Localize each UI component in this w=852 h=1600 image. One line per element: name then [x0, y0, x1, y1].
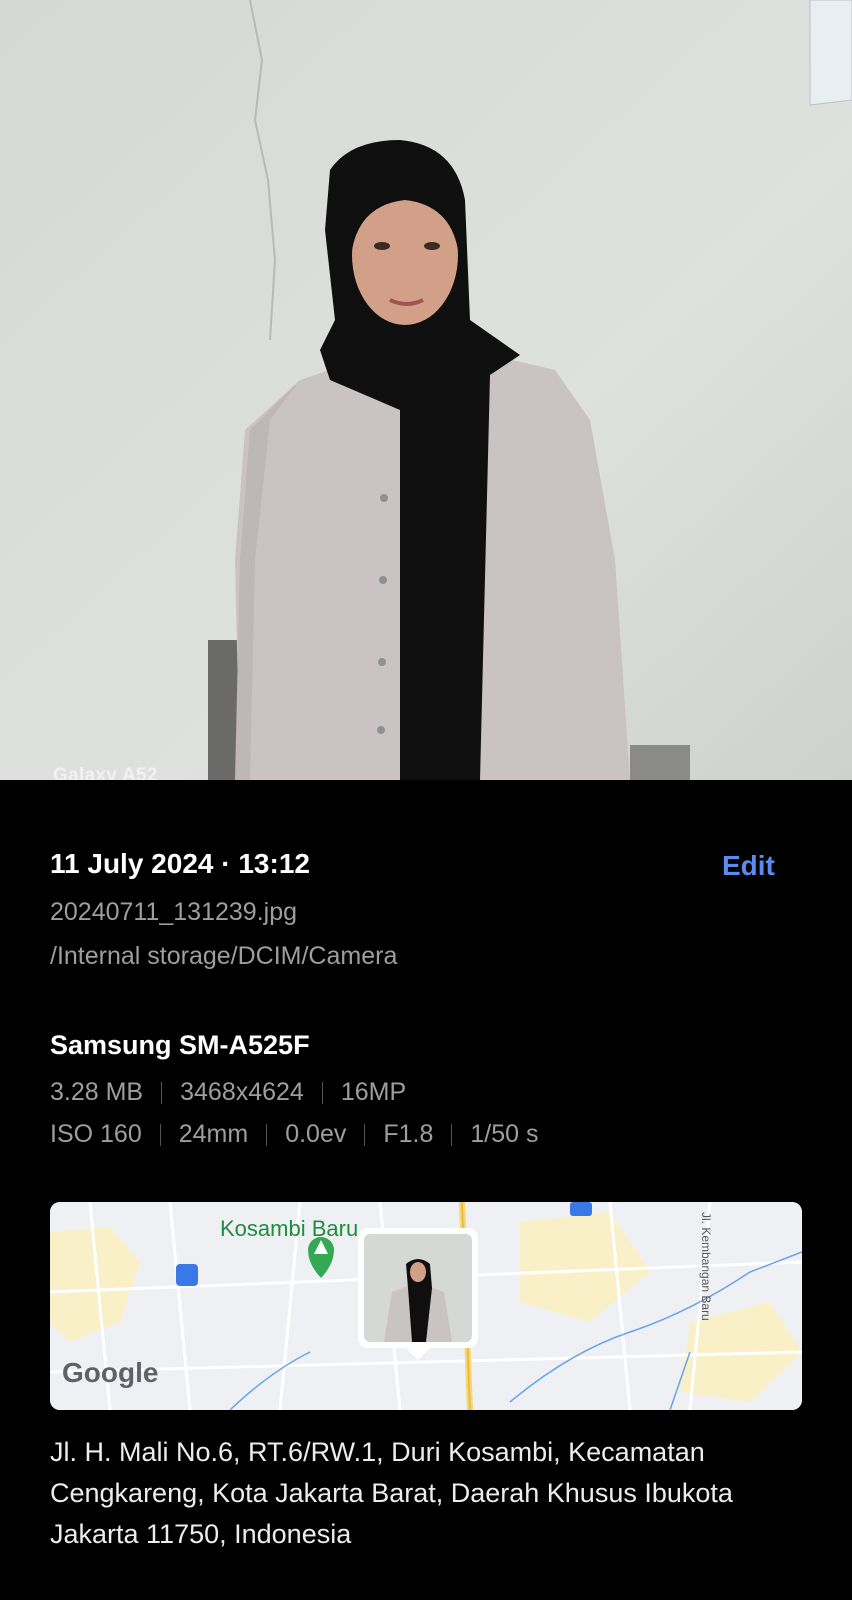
megapixels: 16MP — [340, 1078, 407, 1106]
device-model: Samsung SM-A525F — [50, 1030, 310, 1060]
focal-length: 24mm — [178, 1120, 249, 1148]
divider — [451, 1123, 453, 1146]
file-size: 3.28 MB — [50, 1078, 144, 1106]
shutter-speed: 1/50 s — [470, 1120, 539, 1148]
date-time: 11 July 2024 · 13:12 — [50, 848, 310, 879]
location-map[interactable]: Kosambi Baru Jl. Kembangan Baru Google — [50, 1202, 802, 1410]
file-specs: 3.28 MB 3468x4624 16MP — [50, 1078, 406, 1107]
divider — [266, 1123, 268, 1146]
aperture: F1.8 — [383, 1120, 434, 1148]
divider — [161, 1081, 163, 1104]
file-name: 20240711_131239.jpg — [50, 898, 298, 926]
iso: ISO 160 — [50, 1120, 142, 1148]
photo-map-marker[interactable] — [358, 1228, 478, 1360]
resolution: 3468x4624 — [180, 1078, 304, 1106]
divider — [364, 1123, 366, 1146]
divider — [159, 1123, 161, 1146]
divider — [321, 1081, 323, 1104]
location-address: Jl. H. Mali No.6, RT.6/RW.1, Duri Kosamb… — [50, 1437, 733, 1549]
camera-watermark: Galaxy A52 — [53, 766, 158, 780]
map-road-label: Jl. Kembangan Baru — [699, 1212, 713, 1321]
google-logo: Google — [62, 1357, 158, 1388]
file-path: /Internal storage/DCIM/Camera — [50, 942, 398, 970]
camera-specs: ISO 160 24mm 0.0ev F1.8 1/50 s — [50, 1120, 539, 1149]
edit-button[interactable]: Edit — [722, 850, 775, 882]
map-place-label: Kosambi Baru — [220, 1216, 358, 1241]
photo-preview[interactable] — [0, 0, 852, 780]
exposure-value: 0.0ev — [285, 1120, 347, 1148]
